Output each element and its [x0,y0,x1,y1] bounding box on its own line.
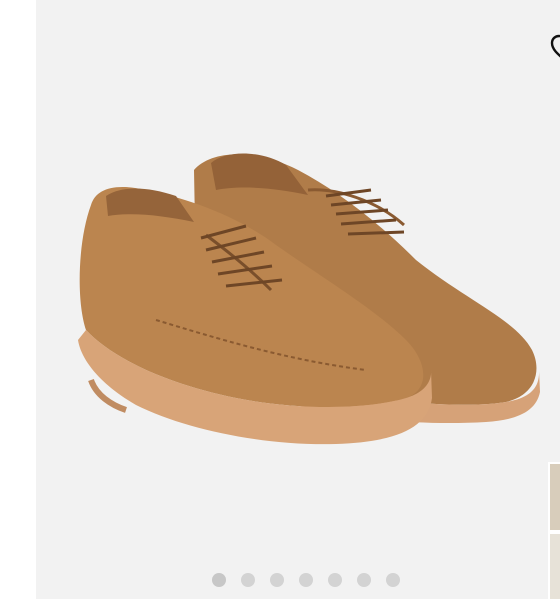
wishlist-button[interactable] [546,30,560,68]
carousel-dot[interactable] [212,573,226,587]
thumbnail-strip [548,462,560,599]
carousel-dot[interactable] [328,573,342,587]
carousel-dot[interactable] [386,573,400,587]
carousel-dot[interactable] [241,573,255,587]
carousel-dot[interactable] [299,573,313,587]
carousel-pagination [212,573,400,587]
carousel-dot[interactable] [357,573,371,587]
product-image [78,153,540,445]
carousel-dot[interactable] [270,573,284,587]
heart-outline-icon [550,34,560,58]
page-left-margin [0,0,36,599]
thumbnail-item[interactable] [550,534,560,599]
thumbnail-item[interactable] [550,464,560,530]
product-image-stage [36,0,560,599]
